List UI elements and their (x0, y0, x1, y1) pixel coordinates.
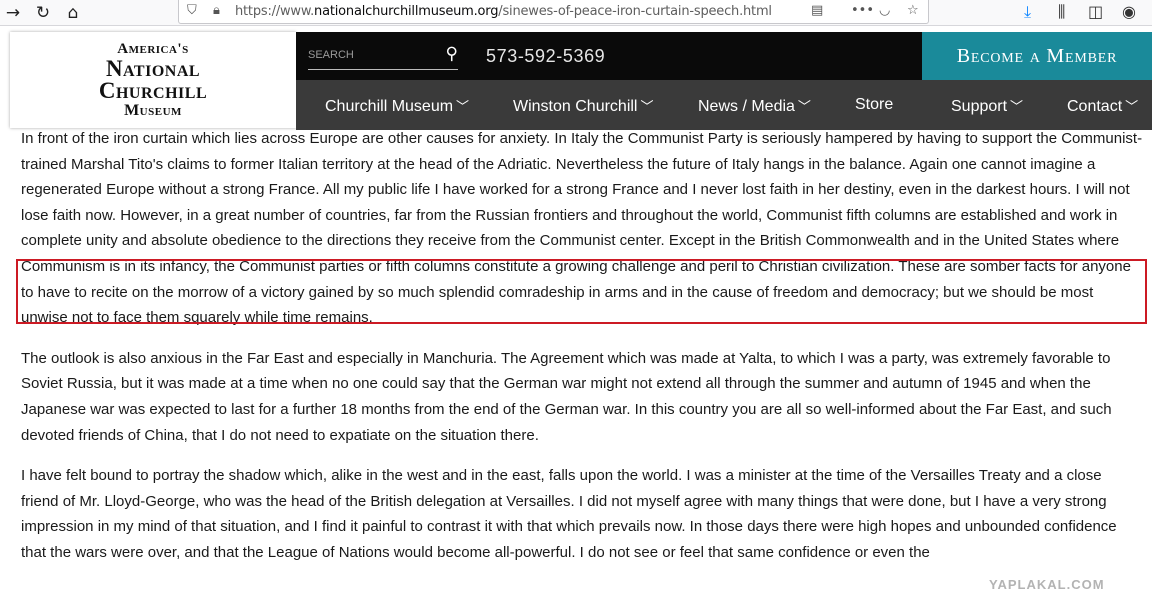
chevron-down-icon: ﹀ (797, 100, 811, 115)
reload-icon[interactable]: ↻ (32, 2, 54, 24)
search-icon[interactable]: ⚲ (446, 44, 458, 64)
chevron-down-icon: ﹀ (1125, 100, 1139, 115)
header-top-bar: ⚲ 573-592-5369 (296, 32, 922, 80)
highlight-annotation-box (16, 259, 1147, 324)
lock-icon[interactable]: 🔒︎ (213, 3, 220, 18)
logo-line-3: Churchill (98, 77, 208, 103)
sidebar-icon[interactable]: ◫ (1088, 2, 1103, 21)
chevron-down-icon: ﹀ (456, 100, 470, 115)
forward-icon[interactable]: → (2, 2, 24, 24)
search-input[interactable] (308, 42, 438, 68)
url-text[interactable]: https://www.nationalchurchillmuseum.org/… (235, 4, 772, 19)
speech-text: In front of the iron curtain which lies … (21, 126, 1143, 581)
become-member-button[interactable]: Become a Member (922, 32, 1152, 80)
logo-line-4: Museum (124, 101, 182, 119)
address-bar[interactable]: ⛉ 🔒︎ https://www.nationalchurchillmuseum… (178, 0, 929, 24)
chevron-down-icon: ﹀ (640, 100, 654, 115)
museum-logo[interactable]: America's National Churchill Museum (10, 32, 296, 128)
nav-item-news-media[interactable]: News / Media ﹀ (698, 96, 811, 116)
logo-line-1: America's (117, 40, 189, 57)
bookmark-star-icon[interactable]: ☆ (907, 3, 919, 18)
search-field: ⚲ (308, 42, 458, 70)
home-icon[interactable]: ⌂ (62, 2, 84, 24)
library-icon[interactable]: ⫼ (1058, 2, 1065, 22)
main-nav: Churchill Museum ﹀ Winston Churchill ﹀ New… (296, 80, 1152, 130)
nav-item-support[interactable]: Support ﹀ (951, 96, 1023, 116)
paragraph-2: The outlook is also anxious in the Far E… (21, 349, 1112, 444)
shield-icon[interactable]: ⛉ (187, 3, 197, 18)
chevron-down-icon: ﹀ (1010, 100, 1024, 115)
logo-line-2: National (105, 55, 201, 81)
phone-number[interactable]: 573-592-5369 (486, 46, 605, 67)
more-actions-icon[interactable]: ••• (851, 3, 874, 18)
browser-toolbar: → ↻ ⌂ ⛉ 🔒︎ https://www.nationalchurchill… (0, 0, 1152, 26)
download-icon[interactable]: ⤓ (1024, 2, 1031, 22)
paragraph-3: I have felt bound to portray the shadow … (21, 467, 1117, 561)
nav-item-winston-churchill[interactable]: Winston Churchill ﹀ (513, 96, 654, 116)
reader-view-icon[interactable]: ▤ (811, 3, 823, 18)
nav-item-contact[interactable]: Contact ﹀ (1067, 96, 1138, 116)
nav-item-churchill-museum[interactable]: Churchill Museum ﹀ (325, 96, 469, 116)
account-icon[interactable]: ◉ (1122, 2, 1136, 21)
nav-item-store[interactable]: Store (855, 96, 893, 114)
pocket-icon[interactable]: ◡ (879, 3, 890, 18)
watermark: YAPLAKAL.COM (989, 577, 1105, 592)
